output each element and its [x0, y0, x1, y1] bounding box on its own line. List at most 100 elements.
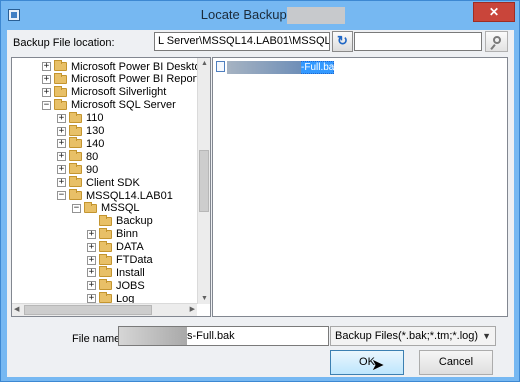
tree-item[interactable]: +140: [57, 137, 104, 150]
tree-item-label: Backup: [116, 215, 153, 228]
folder-icon: [69, 137, 82, 149]
folder-icon: [84, 201, 97, 213]
tree-expander-icon[interactable]: +: [87, 294, 96, 304]
title-bar[interactable]: Locate Backup File - ✕: [1, 1, 519, 30]
tree-item-label: MSSQL14.LAB01: [86, 189, 173, 202]
dialog-body: Backup File location: L Server\MSSQL14.L…: [7, 30, 514, 377]
folder-icon: [54, 98, 67, 110]
tree-expander-icon[interactable]: −: [42, 100, 51, 110]
file-list[interactable]: -Full.bak: [212, 57, 508, 317]
folder-icon: [99, 240, 112, 252]
tree-item[interactable]: Backup: [87, 214, 153, 228]
tree-item[interactable]: − Microsoft SQL Server: [42, 98, 176, 112]
search-input[interactable]: [354, 32, 482, 51]
tree-item-label: 90: [86, 163, 99, 176]
folder-icon: [99, 292, 112, 304]
tree-item[interactable]: + Binn: [87, 227, 139, 241]
tree-expander-icon[interactable]: +: [87, 242, 96, 252]
tree-item[interactable]: − MSSQL: [72, 201, 140, 215]
tree-item[interactable]: + FTData: [87, 253, 153, 267]
mouse-cursor-icon: ➤: [371, 357, 385, 374]
tree-expander-icon[interactable]: +: [57, 152, 66, 162]
refresh-icon: ↻: [337, 33, 348, 48]
cancel-button[interactable]: Cancel: [419, 350, 493, 375]
redacted-file-name-prefix: [119, 327, 187, 345]
redacted-file-prefix: [227, 61, 301, 74]
tree-item-label: 110: [86, 112, 104, 125]
ok-button[interactable]: OK: [330, 350, 404, 375]
backup-location-label: Backup File location:: [13, 37, 115, 49]
scroll-left-icon[interactable]: ◀: [14, 304, 19, 315]
tree-item[interactable]: − MSSQL14.LAB01: [57, 189, 173, 202]
tree-item[interactable]: + JOBS: [87, 279, 145, 292]
folder-icon: [69, 150, 82, 162]
redacted-server-name: [287, 7, 345, 24]
tree-expander-icon[interactable]: +: [57, 165, 66, 175]
tree-item-label: Install: [116, 266, 145, 279]
folder-icon: [69, 189, 82, 200]
selected-file-name: -Full.bak: [301, 62, 340, 73]
tree-expander-icon[interactable]: −: [72, 203, 81, 213]
tree-item-label: DATA: [116, 241, 144, 254]
folder-icon: [99, 253, 112, 265]
tree-item-label: Client SDK: [86, 176, 140, 189]
tree-item[interactable]: + Microsoft Power BI Report Serv: [42, 72, 211, 86]
refresh-button[interactable]: ↻: [332, 31, 353, 52]
folder-icon: [99, 227, 112, 239]
scroll-down-icon[interactable]: ▼: [201, 293, 208, 304]
folder-tree[interactable]: + Microsoft Power BI Desktop + Microsoft Po…: [11, 57, 211, 317]
tree-item-label: Microsoft Silverlight: [71, 86, 167, 99]
file-name-value: s-Full.bak: [187, 330, 235, 342]
folder-icon: [69, 111, 82, 123]
tree-expander-icon[interactable]: +: [57, 126, 66, 136]
file-icon: [216, 61, 225, 72]
tree-vertical-scrollbar[interactable]: ▲ ▼: [197, 58, 210, 304]
folder-icon: [99, 266, 112, 278]
tree-item[interactable]: + Install: [87, 266, 145, 279]
file-type-select[interactable]: Backup Files(*.bak;*.tm;*.log) ▼: [330, 326, 496, 346]
folder-icon: [54, 72, 67, 84]
close-button[interactable]: ✕: [473, 2, 515, 22]
tree-expander-icon[interactable]: +: [42, 74, 51, 84]
tree-item[interactable]: + DATA: [87, 240, 144, 254]
tree-expander-icon[interactable]: +: [87, 268, 96, 278]
folder-icon: [54, 60, 67, 71]
tree-item-label: Binn: [116, 228, 139, 241]
tree-item[interactable]: +80: [57, 150, 98, 163]
tree-item[interactable]: + Microsoft Power BI Desktop: [42, 60, 207, 73]
folder-icon: [69, 176, 82, 188]
tree-expander-icon[interactable]: +: [42, 87, 51, 97]
backup-location-field[interactable]: L Server\MSSQL14.LAB01\MSSQL\Backup: [154, 32, 330, 51]
tree-expander-icon[interactable]: +: [57, 178, 66, 188]
tree-item[interactable]: + Client SDK: [57, 176, 140, 189]
scroll-up-icon[interactable]: ▲: [201, 58, 208, 69]
tree-horizontal-scroll-thumb[interactable]: [24, 305, 152, 315]
scroll-right-icon[interactable]: ▶: [190, 304, 195, 315]
tree-expander-icon[interactable]: +: [57, 139, 66, 149]
tree-item[interactable]: + Microsoft Silverlight: [42, 85, 167, 99]
tree-item-label: FTData: [116, 254, 153, 266]
tree-item-label: Microsoft Power BI Report Serv: [71, 73, 211, 86]
folder-icon: [99, 279, 112, 291]
file-name-input[interactable]: s-Full.bak: [118, 326, 329, 346]
locate-backup-file-dialog: Locate Backup File - ✕ Backup File locat…: [0, 0, 520, 382]
tree-expander-icon[interactable]: +: [87, 255, 96, 265]
tree-item-label: MSSQL: [101, 202, 140, 215]
tree-expander-icon[interactable]: +: [42, 62, 51, 71]
tree-vertical-scroll-thumb[interactable]: [199, 150, 209, 212]
folder-icon: [69, 124, 82, 136]
tree-horizontal-scrollbar[interactable]: ◀ ▶: [12, 303, 197, 316]
tree-item[interactable]: +130: [57, 124, 105, 138]
tree-item-label: JOBS: [116, 279, 145, 292]
tree-expander-icon[interactable]: +: [57, 113, 66, 123]
tree-expander-icon[interactable]: +: [87, 281, 96, 291]
tree-expander-icon[interactable]: −: [57, 191, 66, 200]
tree-item-label: Microsoft SQL Server: [71, 99, 176, 112]
window-title: Locate Backup File -: [200, 7, 320, 22]
search-button[interactable]: [485, 31, 508, 52]
tree-item-label: 130: [86, 125, 105, 137]
tree-item[interactable]: +90: [57, 163, 98, 176]
tree-expander-icon[interactable]: +: [87, 229, 96, 239]
tree-item[interactable]: +110: [57, 111, 104, 125]
folder-icon: [69, 163, 82, 175]
